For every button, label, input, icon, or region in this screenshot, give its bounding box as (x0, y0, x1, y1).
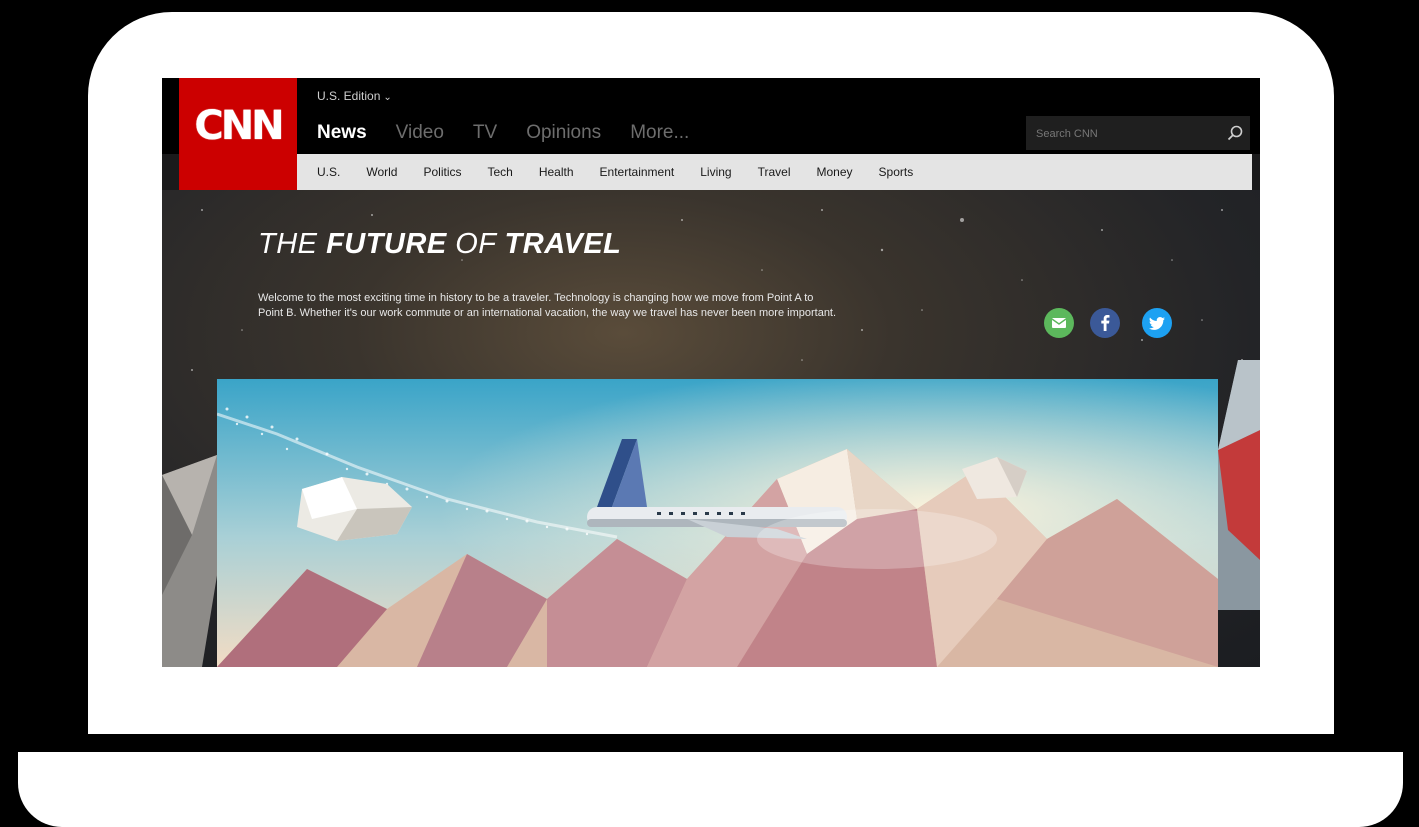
travel-illustration (217, 379, 1218, 667)
section-us[interactable]: U.S. (317, 165, 340, 179)
chevron-down-icon: ⌄ (383, 92, 392, 103)
section-entertainment[interactable]: Entertainment (600, 165, 675, 179)
top-bar: U.S. Edition ⌄ News Video TV Opinions Mor… (162, 78, 1260, 154)
edition-selector[interactable]: U.S. Edition ⌄ (317, 89, 392, 103)
email-icon (1051, 318, 1067, 328)
hero-section: THE FUTURE OF TRAVEL Welcome to the most… (162, 190, 1260, 667)
left-lowpoly-rock (162, 455, 222, 667)
nav-item-tv[interactable]: TV (473, 122, 497, 144)
section-health[interactable]: Health (539, 165, 574, 179)
facebook-icon (1101, 315, 1110, 331)
twitter-icon (1149, 317, 1165, 330)
right-lowpoly-shape (1218, 360, 1260, 610)
laptop-base (18, 752, 1403, 827)
lowpoly-landscape-image (217, 379, 1218, 667)
section-politics[interactable]: Politics (423, 165, 461, 179)
section-tech[interactable]: Tech (487, 165, 512, 179)
search-icon[interactable] (1226, 124, 1244, 142)
section-living[interactable]: Living (700, 165, 731, 179)
section-money[interactable]: Money (817, 165, 853, 179)
cnn-logo[interactable]: CNN (179, 78, 297, 190)
section-travel[interactable]: Travel (758, 165, 791, 179)
section-nav: U.S. World Politics Tech Health Entertai… (297, 154, 1252, 190)
search-input[interactable] (1034, 116, 1218, 152)
nav-item-more[interactable]: More... (630, 122, 689, 144)
nav-item-video[interactable]: Video (396, 122, 444, 144)
section-sports[interactable]: Sports (879, 165, 914, 179)
logo-text: CNN (194, 103, 284, 149)
share-twitter-button[interactable] (1142, 308, 1172, 338)
edition-label: U.S. Edition (317, 89, 381, 103)
main-nav: News Video TV Opinions More... (317, 122, 718, 144)
nav-item-news[interactable]: News (317, 122, 367, 144)
section-world[interactable]: World (366, 165, 397, 179)
hero-description: Welcome to the most exciting time in his… (258, 292, 837, 319)
hero-title: THE FUTURE OF TRAVEL (258, 228, 622, 260)
share-facebook-button[interactable] (1090, 308, 1120, 338)
search-box (1026, 116, 1250, 152)
browser-screen: U.S. Edition ⌄ News Video TV Opinions Mor… (162, 78, 1260, 667)
nav-item-opinions[interactable]: Opinions (526, 122, 601, 144)
share-email-button[interactable] (1044, 308, 1074, 338)
